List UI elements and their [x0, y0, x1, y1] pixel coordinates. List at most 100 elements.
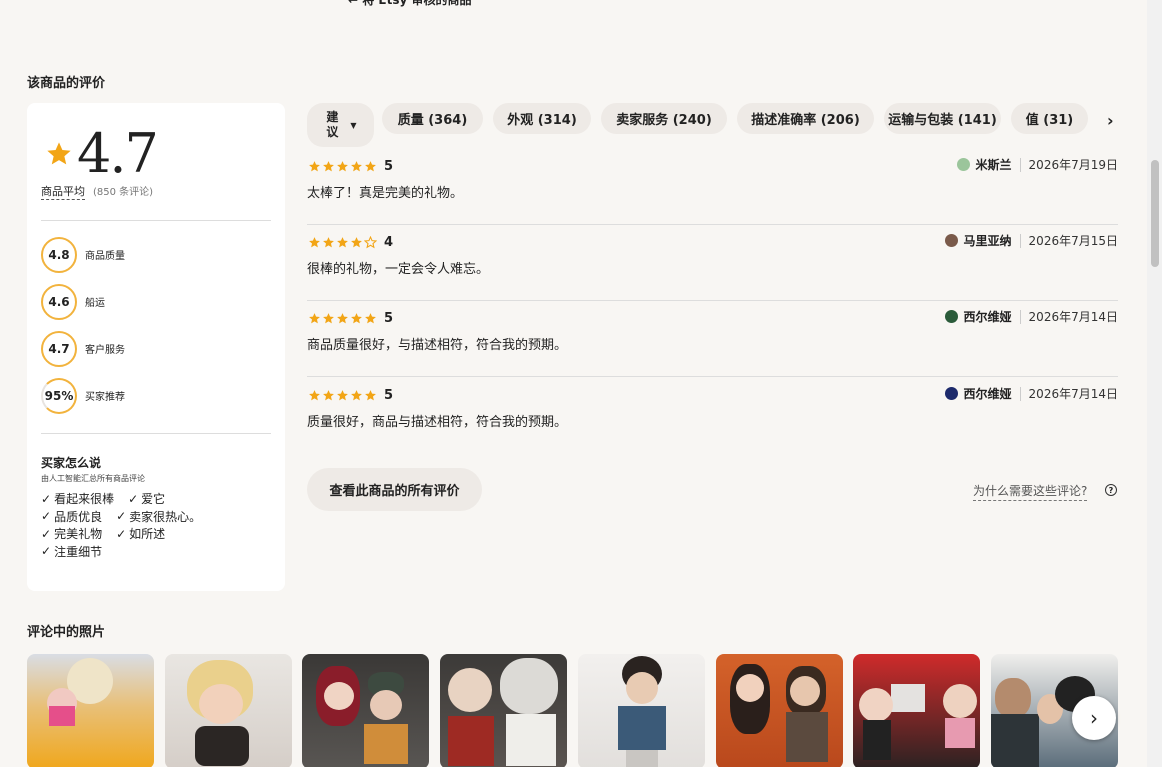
sub-ratings: 4.8 商品质量 4.6 船运 4.7 客户服务 95% 买家推荐: [41, 231, 271, 419]
tag-label: 卖家很热心。: [129, 509, 202, 524]
divider: [1019, 233, 1021, 248]
filter-chip-description-accuracy[interactable]: 描述准确率 (206): [737, 103, 874, 134]
review-photo[interactable]: [578, 654, 705, 767]
sort-dropdown[interactable]: 建 议 ▼: [307, 103, 374, 147]
help-icon[interactable]: ?: [1105, 484, 1117, 496]
star-rating: 5: [308, 388, 393, 403]
review-photo[interactable]: [165, 654, 292, 767]
summary-tag: ✓ 完美礼物: [41, 525, 102, 542]
filter-chip-value[interactable]: 值 (31): [1011, 103, 1088, 134]
review-photo[interactable]: [302, 654, 429, 767]
divider: [41, 433, 271, 434]
review-text: 商品质量很好，与描述相符，符合我的预期。: [307, 338, 568, 353]
reviewer-info: 米斯兰 2026年7月19日: [956, 156, 1118, 173]
sub-rating-recommend: 95% 买家推荐: [41, 372, 271, 419]
star-rating: 4: [308, 235, 393, 250]
page-scrollbar[interactable]: [1147, 0, 1162, 767]
star-icon: [337, 161, 348, 172]
star-icon: [309, 237, 320, 248]
buyers-say-title: 买家怎么说: [41, 456, 102, 470]
star-icon: [351, 390, 362, 401]
rating-summary-card: 4.7 商品平均 (850 条评论) 4.8 商品质量 4.6 船运 4.7 客…: [27, 103, 285, 591]
review-score: 5: [384, 159, 394, 174]
star-icon: [337, 390, 348, 401]
review-item: 5 商品质量很好，与描述相符，符合我的预期。 西尔维娅 2026年7月14日: [307, 301, 1118, 377]
review-score: 4: [384, 235, 394, 250]
chevron-right-icon[interactable]: ›: [1107, 111, 1114, 130]
review-text: 很棒的礼物，一定会令人难忘。: [307, 262, 490, 277]
tag-label: 注重细节: [54, 544, 103, 559]
review-item: 5 太棒了！真是完美的礼物。 米斯兰 2026年7月19日: [307, 149, 1118, 225]
reviewer-name[interactable]: 米斯兰: [976, 156, 1012, 173]
star-icon: [323, 237, 334, 248]
reviewer-info: 马里亚纳 2026年7月15日: [944, 232, 1118, 249]
tag-label: 完美礼物: [54, 527, 103, 542]
scrollbar-thumb[interactable]: [1151, 160, 1159, 267]
next-photos-button[interactable]: ›: [1072, 696, 1116, 740]
review-photos-title: 评论中的照片: [27, 625, 106, 640]
tag-label: 看起来很棒: [54, 492, 115, 507]
filter-chip-shipping-packaging[interactable]: 运输与包装 (141): [884, 103, 1001, 134]
review-text: 太棒了！真是完美的礼物。: [307, 186, 464, 201]
sort-label: 建: [326, 110, 339, 124]
sub-rating-label: 客户服务: [85, 345, 125, 356]
reviewer-info: 西尔维娅 2026年7月14日: [944, 385, 1118, 402]
buyers-say-subtitle: 由人工智能汇总所有商品评论: [41, 474, 145, 483]
view-all-reviews-button[interactable]: 查看此商品的所有评价: [307, 468, 482, 511]
summary-tag: ✓ 卖家很热心。: [116, 508, 201, 525]
check-icon: ✓: [41, 509, 52, 524]
overall-rating: 4.7: [45, 127, 271, 181]
star-icon: [351, 313, 362, 324]
summary-tag: ✓ 看起来很棒: [41, 490, 114, 507]
star-icon: [365, 161, 376, 172]
rating-circle: 4.8: [41, 236, 77, 273]
average-label[interactable]: 商品平均: [41, 183, 85, 200]
review-text: 质量很好，商品与描述相符，符合我的预期。: [307, 415, 568, 430]
review-photo[interactable]: [440, 654, 567, 767]
sort-label: 议: [326, 125, 339, 139]
review-count: (850 条评论): [93, 187, 154, 198]
sub-rating-customer-service: 4.7 客户服务: [41, 325, 271, 372]
filter-chip-appearance[interactable]: 外观 (314): [493, 103, 591, 134]
avatar[interactable]: [944, 310, 958, 323]
overall-rating-value: 4.7: [77, 122, 159, 185]
ai-summary-tags: ✓ 看起来很棒 ✓ 爱它 ✓ 品质优良 ✓ 卖家很热心。 ✓ 完美礼物 ✓ 如所述 ✓ 注重细…: [41, 490, 271, 560]
why-reviews-link[interactable]: 为什么需要这些评论?: [973, 482, 1088, 501]
star-rating: 5: [308, 159, 393, 174]
caret-down-icon: ▼: [350, 120, 357, 130]
star-icon: [323, 390, 334, 401]
review-photo[interactable]: [853, 654, 980, 767]
filter-chip-seller-service[interactable]: 卖家服务 (240): [601, 103, 727, 134]
reviewer-info: 西尔维娅 2026年7月14日: [944, 308, 1118, 325]
avatar[interactable]: [944, 387, 958, 400]
filter-chip-quality[interactable]: 质量 (364): [382, 103, 483, 134]
review-date: 2026年7月14日: [1028, 310, 1118, 324]
reviews-section-title: 该商品的评价: [27, 76, 106, 91]
sub-rating-label: 商品质量: [85, 251, 125, 262]
sub-rating-label: 船运: [85, 298, 105, 309]
review-photo[interactable]: [27, 654, 154, 767]
star-outline-icon: [364, 236, 377, 249]
review-item: 5 质量很好，商品与描述相符，符合我的预期。 西尔维娅 2026年7月14日: [307, 378, 1118, 454]
review-photo[interactable]: [716, 654, 843, 767]
review-date: 2026年7月15日: [1028, 234, 1118, 248]
check-icon: ✓: [41, 526, 52, 541]
check-icon: ✓: [128, 491, 139, 506]
rating-circle: 4.6: [41, 283, 77, 320]
tag-label: 爱它: [141, 492, 166, 507]
reviewer-name[interactable]: 马里亚纳: [964, 232, 1012, 249]
avatar[interactable]: [956, 158, 970, 171]
reviewer-name[interactable]: 西尔维娅: [964, 385, 1012, 402]
review-score: 5: [384, 311, 394, 326]
star-icon: [309, 161, 320, 172]
star-icon: [351, 161, 362, 172]
star-icon: [47, 142, 71, 165]
reviewer-name[interactable]: 西尔维娅: [964, 308, 1012, 325]
sub-rating-shipping: 4.6 船运: [41, 278, 271, 325]
previous-section-text: ← 将 Etsy 审核的商品: [348, 0, 472, 7]
review-item: 4 很棒的礼物，一定会令人难忘。 马里亚纳 2026年7月15日: [307, 225, 1118, 301]
sub-rating-label: 买家推荐: [85, 392, 125, 403]
star-rating: 5: [308, 311, 393, 326]
summary-tag: ✓ 爱它: [128, 490, 165, 507]
avatar[interactable]: [944, 234, 958, 247]
